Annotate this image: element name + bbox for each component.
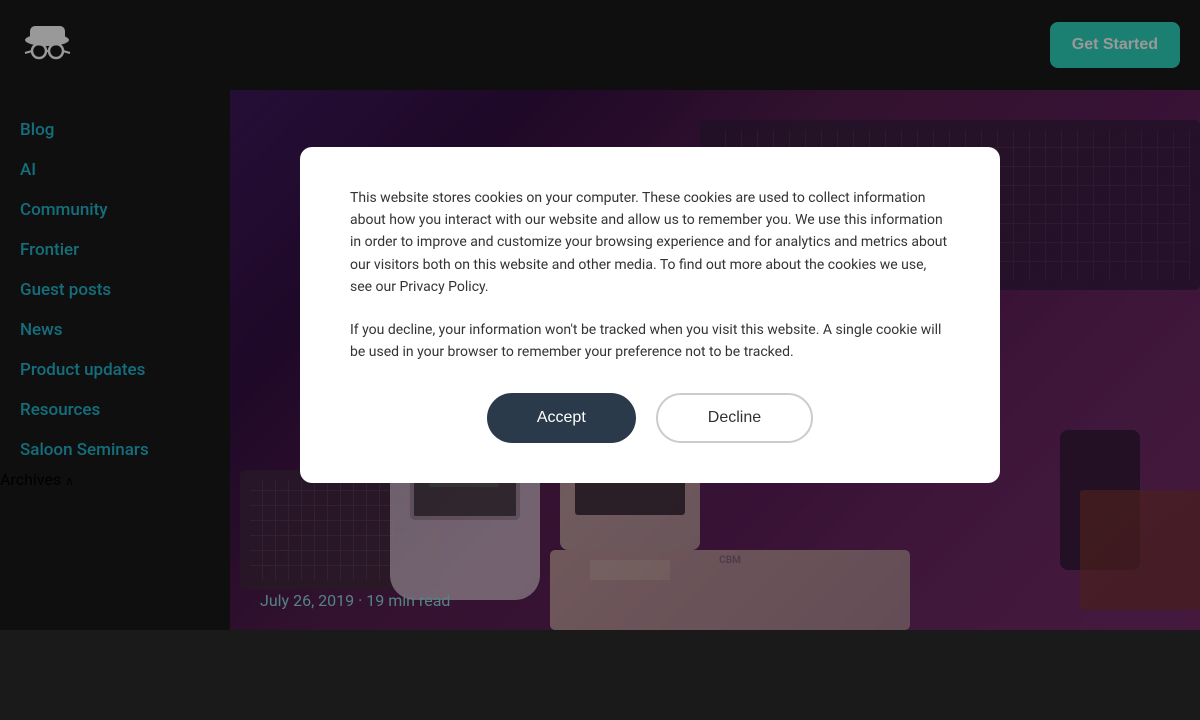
accept-button[interactable]: Accept [487, 393, 636, 443]
cookie-text-1: This website stores cookies on your comp… [350, 187, 950, 299]
cookie-modal: This website stores cookies on your comp… [300, 147, 1000, 484]
modal-overlay: This website stores cookies on your comp… [0, 0, 1200, 630]
decline-button[interactable]: Decline [656, 393, 813, 443]
cookie-text-2: If you decline, your information won't b… [350, 319, 950, 364]
cookie-buttons: Accept Decline [350, 393, 950, 443]
